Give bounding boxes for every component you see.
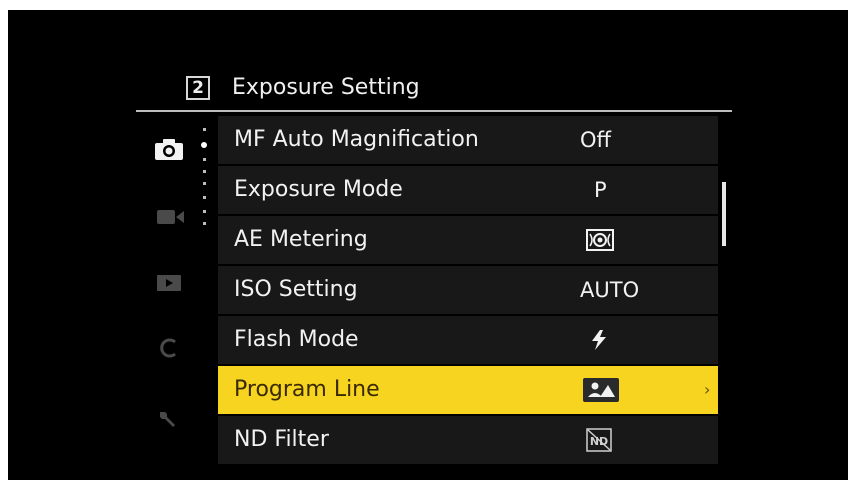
program-line-icon (583, 378, 619, 402)
multi-metering-icon (586, 229, 614, 251)
menu-item-value: Off (580, 128, 611, 152)
nav-dot (203, 210, 206, 213)
nd-filter-off-icon: ND (586, 428, 612, 452)
wrench-icon[interactable] (156, 406, 180, 430)
menu-item-label: MF Auto Magnification (234, 127, 479, 152)
page-title: Exposure Setting (232, 75, 420, 100)
menu-item-exposure-mode[interactable]: Exposure Mode P (218, 166, 718, 214)
menu-item-ae-metering[interactable]: AE Metering (218, 216, 718, 264)
nav-dot (203, 128, 206, 131)
nav-dot (203, 158, 206, 161)
menu-list: MF Auto Magnification Off Exposure Mode … (218, 116, 718, 474)
flash-icon (592, 330, 606, 350)
nav-dot (203, 222, 206, 225)
nav-dot (203, 196, 206, 199)
menu-item-program-line[interactable]: Program Line › (218, 366, 718, 414)
camera-menu-screen: 2 Exposure Setting MF Auto Magnification… (8, 10, 848, 480)
custom-settings-icon[interactable] (157, 336, 181, 360)
menu-item-iso-setting[interactable]: ISO Setting AUTO (218, 266, 718, 314)
scrollbar[interactable] (722, 182, 726, 246)
menu-item-label: ND Filter (234, 427, 329, 452)
menu-item-value: P (594, 178, 607, 202)
nav-dot (203, 182, 206, 185)
menu-item-label: ISO Setting (234, 277, 358, 302)
header-divider (136, 110, 732, 112)
menu-page-number: 2 (186, 76, 210, 100)
camera-icon[interactable] (154, 137, 184, 161)
menu-item-label: Program Line (234, 377, 380, 402)
menu-item-label: Flash Mode (234, 327, 359, 352)
menu-item-label: AE Metering (234, 227, 368, 252)
menu-item-mf-auto-magnification[interactable]: MF Auto Magnification Off (218, 116, 718, 164)
menu-item-flash-mode[interactable]: Flash Mode (218, 316, 718, 364)
video-icon[interactable] (156, 208, 186, 226)
menu-item-nd-filter[interactable]: ND Filter ND (218, 416, 718, 464)
playback-icon[interactable] (156, 274, 182, 292)
nav-dot (203, 170, 206, 173)
nav-dot-active (201, 142, 207, 148)
menu-item-label: Exposure Mode (234, 177, 403, 202)
menu-item-value: AUTO (580, 278, 640, 302)
chevron-right-icon: › (704, 380, 711, 399)
